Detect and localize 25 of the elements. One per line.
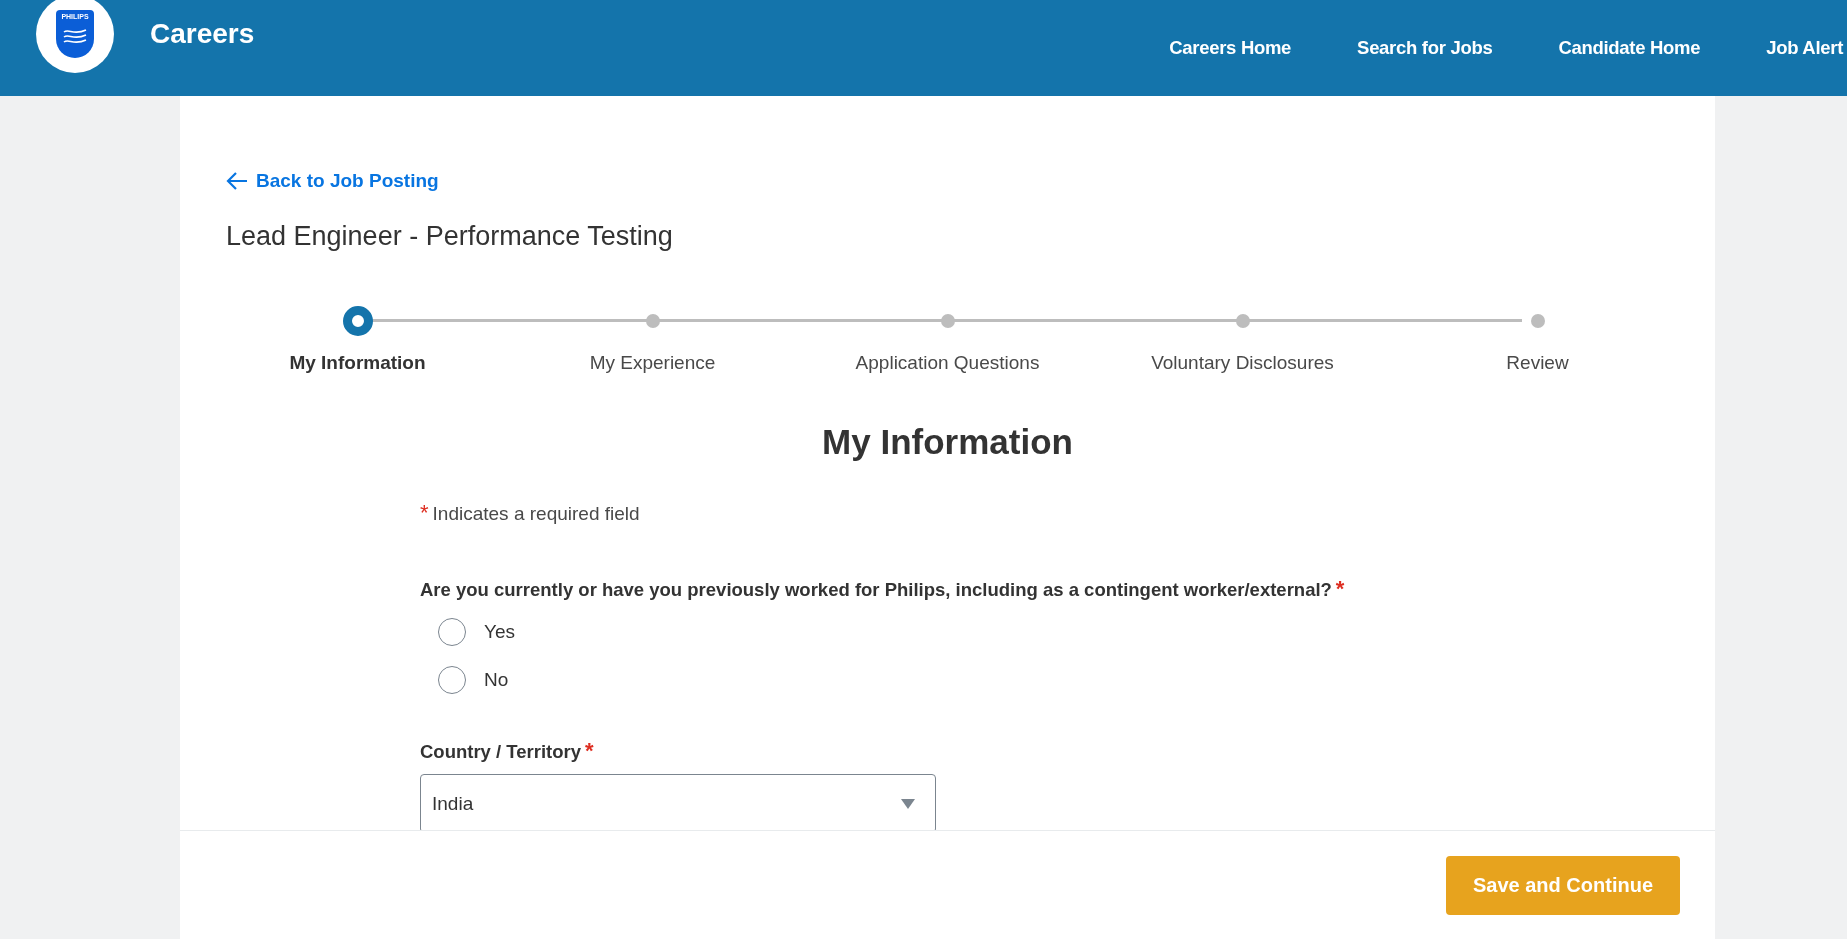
question-label: Are you currently or have you previously worked for Philips, including as a contingent worker/external? * (420, 576, 1346, 602)
radio-button[interactable] (438, 666, 466, 694)
job-title: Lead Engineer - Performance Testing (226, 221, 674, 252)
progress-step[interactable]: My Experience (505, 306, 800, 374)
step-dot-icon (342, 306, 373, 336)
caret-icon (901, 798, 915, 809)
radio-option[interactable]: Yes (438, 618, 1669, 646)
nav-link[interactable]: Search for Jobs (1357, 37, 1493, 59)
progress-step[interactable]: Voluntary Disclosures (1095, 306, 1390, 374)
nav-link[interactable]: Job Alert (1766, 37, 1843, 59)
required-note: * Indicates a required field (420, 500, 641, 526)
country-select[interactable]: India (420, 774, 936, 830)
section-heading: My Information (821, 422, 1074, 462)
step-dot-icon (1530, 314, 1545, 328)
back-link[interactable]: Back to Job Posting (226, 170, 439, 192)
arrow-left-icon (226, 171, 248, 191)
nav-link[interactable]: Careers Home (1169, 37, 1292, 59)
progress-step[interactable]: Review (1390, 306, 1685, 374)
field-label: Country / Territory * (420, 738, 595, 764)
radio-option[interactable]: No (438, 666, 1669, 694)
progress-step[interactable]: Application Questions (800, 306, 1095, 374)
nav-link[interactable]: Candidate Home (1558, 37, 1701, 59)
site-title: Careers (150, 18, 255, 50)
progress-step[interactable]: My Information (210, 306, 505, 374)
radio-button[interactable] (438, 618, 466, 646)
